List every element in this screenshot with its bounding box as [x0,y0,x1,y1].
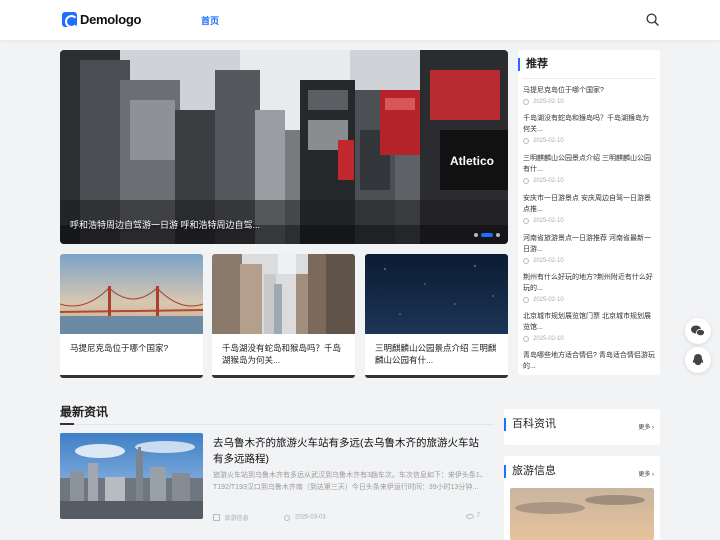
wechat-icon [691,325,705,337]
date-text: 2025-02-10 [533,138,564,144]
article-description: 旅游火车站到乌鲁木齐有多远从武汉到乌鲁木齐有3趟车次。车次信息如下：来伊头条1、… [213,472,487,491]
more-link[interactable]: 更多 › [638,469,654,478]
card-title[interactable]: 千岛湖没有蛇岛和猴岛吗？千岛湖猴岛为何关... [222,342,348,366]
recommend-item-title[interactable]: 青岛哪些地方适合情侣? 青岛适合情侣游玩的... [523,350,655,372]
recommend-item[interactable]: 河南省旅游景点一日游推荐 河南省最新一日游... 2025-02-10 [523,233,655,264]
recommend-item-date: 2025-02-10 [523,258,655,264]
card-bottom-bar [60,375,203,378]
clock-icon [523,258,529,264]
encyclopedia-box: 百科资讯 更多 › [504,409,660,445]
recommend-item[interactable]: 北京城市规划展览馆门票 北京城市规划展览馆... 2025-02-10 [523,311,655,342]
travel-info-box: 旅游信息 更多 › [504,456,660,540]
chevron-right-icon: › [652,425,654,431]
recommend-item-date: 2025-02-10 [523,218,655,224]
recommend-item[interactable]: 安庆市一日游景点 安庆周边自驾一日游景点推... 2025-02-10 [523,193,655,224]
chevron-right-icon: › [652,472,654,478]
recommend-item[interactable]: 马提尼克岛位于哪个国家? 2025-02-10 [523,85,655,105]
banner-image: Atletico [60,50,508,244]
featured-card[interactable]: 千岛湖没有蛇岛和猴岛吗？千岛湖猴岛为何关... [212,254,355,378]
clock-icon [284,514,291,521]
travel-info-image[interactable] [510,488,654,540]
clock-icon [523,178,529,184]
logo-icon [62,12,78,28]
card-image-bridge [60,254,203,334]
recommend-item-date: 2025-02-10 [523,178,655,184]
recommend-item[interactable]: 荆州有什么好玩的地方?荆州附近有什么好玩的... 2025-02-10 [523,272,655,303]
clock-icon [523,99,529,105]
more-label[interactable]: 更多 [638,472,650,478]
recommend-item[interactable]: 青岛哪些地方适合情侣? 青岛适合情侣游玩的... [523,350,655,372]
box-title: 百科资讯 [504,418,556,431]
featured-card[interactable]: 三明麒麟山公园景点介绍 三明麒麟山公园有什... [365,254,508,378]
recommend-item-title[interactable]: 荆州有什么好玩的地方?荆州附近有什么好玩的... [523,272,655,294]
carousel-dot[interactable] [474,233,478,237]
clock-icon [523,138,529,144]
more-link[interactable]: 更多 › [638,422,654,431]
article-category[interactable]: 旅游信息 [225,516,249,522]
recommend-item-title[interactable]: 马提尼克岛位于哪个国家? [523,85,655,96]
card-title[interactable]: 马提尼克岛位于哪个国家? [70,342,196,354]
date-text: 2025-02-10 [533,336,564,342]
recommend-item-date: 2025-02-10 [523,297,655,303]
recommend-panel: 推荐 马提尼克岛位于哪个国家? 2025-02-10 千岛湖没有蛇岛和猴岛吗？千… [518,50,660,375]
recommend-item-title[interactable]: 北京城市规划展览馆门票 北京城市规划展览馆... [523,311,655,333]
banner-carousel[interactable]: Atletico 呼和浩特周边自驾游一日游 呼和浩特周边自驾... [60,50,508,244]
recommend-item-title[interactable]: 安庆市一日游景点 安庆周边自驾一日游景点推... [523,193,655,215]
card-bottom-bar [212,375,355,378]
more-label[interactable]: 更多 [638,425,650,431]
card-bottom-bar [365,375,508,378]
clock-icon [523,336,529,342]
nav-home-link[interactable]: 首页 [201,14,219,27]
date-text: 2025-02-10 [533,258,564,264]
qq-icon [692,354,704,365]
carousel-dots [474,233,500,237]
recommend-item-title[interactable]: 三明麒麟山公园景点介绍 三明麒麟山公园有什... [523,153,655,175]
recommend-title: 推荐 [518,58,548,71]
box-title: 旅游信息 [504,465,556,478]
views-count: 7 [476,513,480,519]
clock-icon [523,297,529,303]
divider [522,78,656,79]
recommend-item[interactable]: 三明麒麟山公园景点介绍 三明麒麟山公园有什... 2025-02-10 [523,153,655,184]
wechat-button[interactable] [685,318,711,344]
date-text: 2025-02-10 [533,99,564,105]
carousel-dot-active[interactable] [481,233,493,237]
top-header: Demologo 首页 [0,0,720,40]
qq-button[interactable] [685,347,711,373]
eye-icon [465,513,474,519]
date-text: 2025-02-10 [533,178,564,184]
site-logo[interactable]: Demologo [62,12,142,28]
banner-caption[interactable]: 呼和浩特周边自驾游一日游 呼和浩特周边自驾... [70,218,260,231]
article-image-city [60,433,203,519]
featured-card[interactable]: 马提尼克岛位于哪个国家? [60,254,203,378]
category-icon [213,514,220,521]
article-title[interactable]: 去乌鲁木齐的旅游火车站有多远(去乌鲁木齐的旅游火车站有多远路程) [213,435,488,467]
article-views: 7 [465,513,480,520]
date-text: 2025-02-10 [533,297,564,303]
article-date: 2025-03-03 [295,514,326,521]
carousel-dot[interactable] [496,233,500,237]
recommend-item-title[interactable]: 千岛湖没有蛇岛和猴岛吗？千岛湖猴岛为何关... [523,113,655,135]
divider [60,424,494,425]
clock-icon [523,218,529,224]
search-icon[interactable] [646,13,659,26]
card-image-night-sky [365,254,508,334]
recommend-item-title[interactable]: 河南省旅游景点一日游推荐 河南省最新一日游... [523,233,655,255]
latest-news-heading: 最新资讯 [60,405,109,419]
svg-text:Atletico: Atletico [450,154,494,168]
article-meta: 旅游信息 2025-03-03 7 [213,513,488,522]
news-article[interactable]: 去乌鲁木齐的旅游火车站有多远(去乌鲁木齐的旅游火车站有多远路程) 旅游火车站到乌… [60,433,494,523]
recommend-item-date: 2025-02-10 [523,99,655,105]
logo-text: Demologo [80,12,142,27]
date-text: 2025-02-10 [533,218,564,224]
recommend-item-date: 2025-02-10 [523,336,655,342]
article-thumbnail[interactable] [60,433,203,519]
recommend-item-date: 2025-02-10 [523,138,655,144]
card-image-street [212,254,355,334]
recommend-item[interactable]: 千岛湖没有蛇岛和猴岛吗？千岛湖猴岛为何关... 2025-02-10 [523,113,655,144]
card-title[interactable]: 三明麒麟山公园景点介绍 三明麒麟山公园有什... [375,342,501,366]
heading-underline [60,423,74,425]
